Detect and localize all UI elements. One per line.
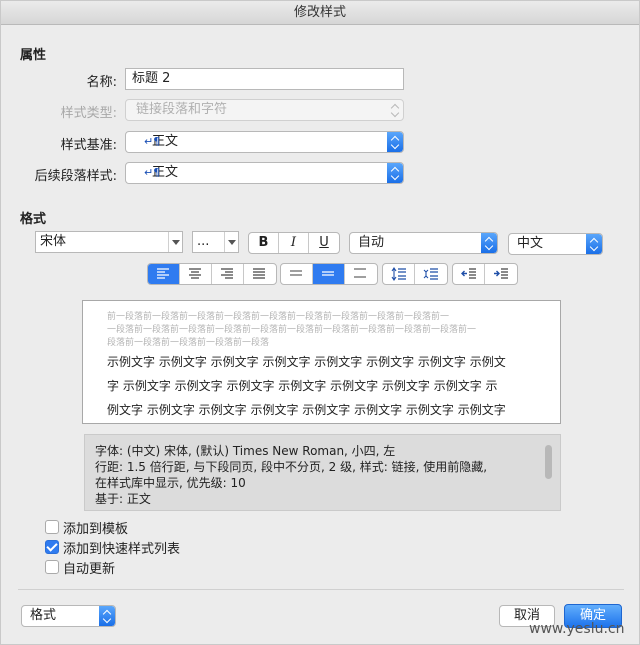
previous-paragraph-line: 一段落前一段落前一段落前一段落前一段落前一段落前一段落前一段落前一段落前一段落前… (107, 325, 477, 335)
footer-divider (18, 589, 624, 590)
double-spacing-icon[interactable] (345, 264, 377, 284)
alignment-group (147, 263, 277, 285)
stepper-icon (586, 234, 602, 254)
based-on-select[interactable]: ↵¶ 正文 (125, 131, 404, 153)
paragraph-spacing-group (382, 263, 448, 285)
description-line: 基于: 正文 (95, 492, 151, 506)
justify-icon[interactable] (244, 264, 276, 284)
sample-text-line: 示例文字 示例文字 示例文字 示例文字 示例文字 示例文字 示例文字 示例文 (107, 355, 506, 369)
description-line: 字体: (中文) 宋体, (默认) Times New Roman, 小四, 左 (95, 444, 396, 458)
increase-indent-icon[interactable] (485, 264, 517, 284)
font-color-value: 自动 (358, 235, 385, 250)
dropdown-icon (481, 233, 497, 253)
line-spacing-group (280, 263, 378, 285)
style-preview: 前一段落前一段落前一段落前一段落前一段落前一段落前一段落前一段落前一段落前一 一… (82, 300, 561, 424)
sample-text-line: 例文字 示例文字 示例文字 示例文字 示例文字 示例文字 示例文字 示例文字 (107, 403, 506, 417)
linked-style-icon: ↵¶ (144, 166, 161, 179)
indent-group (452, 263, 518, 285)
based-on-label: 样式基准: (60, 138, 117, 153)
text-style-buttons: B I U (248, 232, 340, 254)
add-to-template-checkbox[interactable] (45, 520, 59, 534)
dropdown-icon (99, 606, 115, 626)
linked-style-icon: ↵¶ (144, 135, 161, 148)
bold-button[interactable]: B (249, 233, 279, 253)
previous-paragraph-line: 前一段落前一段落前一段落前一段落前一段落前一段落前一段落前一段落前一段落前一 (107, 312, 450, 322)
sample-text-line: 字 示例文字 示例文字 示例文字 示例文字 示例文字 示例文字 示例文字 示 (107, 379, 498, 393)
name-label: 名称: (86, 75, 117, 90)
underline-button[interactable]: U (309, 233, 339, 253)
align-right-icon[interactable] (212, 264, 244, 284)
description-line: 在样式库中显示, 优先级: 10 (95, 476, 246, 490)
dropdown-arrow-icon[interactable] (224, 232, 238, 252)
style-description: 字体: (中文) 宋体, (默认) Times New Roman, 小四, 左… (84, 434, 561, 511)
font-size-value: ... (197, 234, 210, 249)
style-type-value: 链接段落和字符 (136, 102, 228, 117)
watermark: www.yeslu.cn (529, 621, 625, 637)
format-menu-label: 格式 (30, 608, 57, 623)
auto-update-checkbox[interactable] (45, 560, 59, 574)
auto-update-label: 自动更新 (63, 562, 116, 577)
modify-style-dialog: 修改样式 属性 名称: 标题 2 样式类型: 链接段落和字符 样式基准: ↵¶ … (0, 0, 640, 645)
name-field[interactable]: 标题 2 (125, 68, 404, 90)
font-value: 宋体 (40, 234, 67, 249)
format-heading: 格式 (20, 212, 47, 227)
align-left-icon[interactable] (148, 264, 180, 284)
one-half-spacing-icon[interactable] (313, 264, 345, 284)
stepper-icon (387, 100, 403, 120)
description-line: 行距: 1.5 倍行距, 与下段同页, 段中不分页, 2 级, 样式: 链接, … (95, 460, 488, 474)
decrease-paragraph-spacing-icon[interactable] (383, 264, 415, 284)
style-type-label: 样式类型: (60, 106, 117, 121)
align-center-icon[interactable] (180, 264, 212, 284)
previous-paragraph-line: 段落前一段落前一段落前一段落前一段落 (107, 338, 270, 348)
next-style-label: 后续段落样式: (34, 169, 117, 184)
add-to-quick-styles-label: 添加到快速样式列表 (63, 542, 181, 557)
style-type-select: 链接段落和字符 (125, 99, 404, 121)
format-menu-button[interactable]: 格式 (21, 605, 116, 627)
single-spacing-icon[interactable] (281, 264, 313, 284)
scrollbar-thumb[interactable] (545, 445, 552, 479)
font-size-combobox[interactable]: ... (192, 231, 239, 253)
italic-button[interactable]: I (279, 233, 309, 253)
increase-paragraph-spacing-icon[interactable] (415, 264, 447, 284)
add-to-quick-styles-checkbox[interactable] (45, 540, 59, 554)
dropdown-arrow-icon[interactable] (168, 232, 182, 252)
add-to-template-label: 添加到模板 (63, 522, 129, 537)
font-combobox[interactable]: 宋体 (35, 231, 183, 253)
properties-heading: 属性 (20, 48, 47, 63)
stepper-icon (387, 163, 403, 183)
stepper-icon (387, 132, 403, 152)
window-title: 修改样式 (1, 1, 639, 25)
script-value: 中文 (517, 236, 544, 251)
script-select[interactable]: 中文 (508, 233, 603, 255)
next-style-select[interactable]: ↵¶ 正文 (125, 162, 404, 184)
font-color-select[interactable]: 自动 (349, 232, 498, 254)
decrease-indent-icon[interactable] (453, 264, 485, 284)
